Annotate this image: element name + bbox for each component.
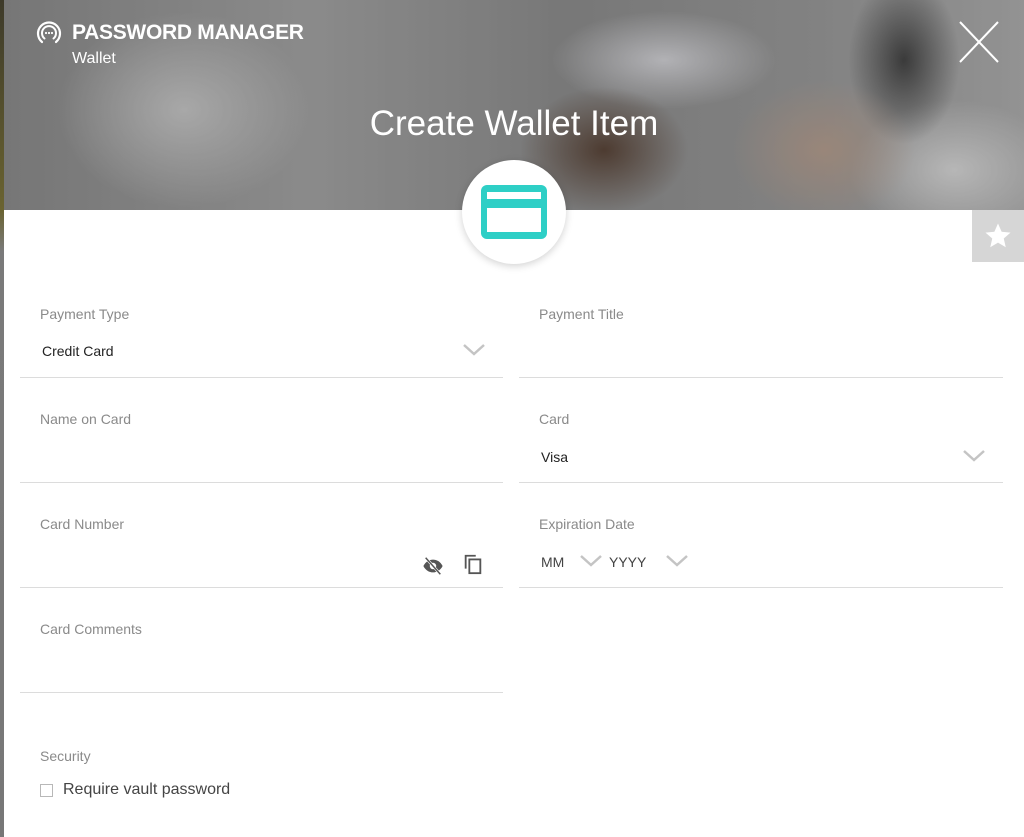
dialog-title: Create Wallet Item (369, 104, 659, 143)
payment-title-field: Payment Title (519, 306, 1003, 378)
eye-off-icon[interactable] (422, 555, 444, 577)
card-number-input[interactable] (40, 548, 413, 576)
card-label: Card (539, 411, 570, 427)
password-manager-logo-icon (36, 21, 62, 44)
payment-type-select[interactable]: Credit Card (42, 343, 114, 359)
name-on-card-label: Name on Card (40, 411, 132, 427)
expiration-date-label: Expiration Date (539, 516, 635, 532)
payment-title-label: Payment Title (539, 306, 624, 322)
create-wallet-item-dialog: PASSWORD MANAGER Wallet Create Wallet It… (4, 0, 1024, 837)
star-icon (985, 223, 1011, 248)
app-name: PASSWORD MANAGER (72, 21, 304, 44)
require-vault-password-checkbox[interactable] (40, 783, 53, 797)
expiration-month-select[interactable]: MM (541, 554, 564, 570)
name-on-card-input[interactable] (40, 443, 483, 471)
credit-card-icon (481, 185, 547, 239)
require-vault-password-option[interactable]: Require vault password (40, 781, 230, 799)
security-section-label: Security (40, 748, 91, 764)
card-comments-field: Card Comments (20, 621, 503, 693)
chevron-down-icon[interactable] (579, 553, 603, 569)
payment-type-label: Payment Type (40, 306, 130, 322)
chevron-down-icon[interactable] (462, 342, 486, 358)
name-on-card-field: Name on Card (20, 411, 503, 483)
card-comments-input[interactable] (40, 653, 483, 681)
brand: PASSWORD MANAGER (34, 18, 304, 48)
copy-icon[interactable] (462, 553, 484, 575)
expiration-date-field: Expiration Date MM YYYY (519, 516, 1003, 588)
payment-title-input[interactable] (539, 338, 983, 366)
favorite-button[interactable] (972, 210, 1024, 262)
card-field: Card Visa (519, 411, 1003, 483)
close-button[interactable] (954, 18, 1002, 66)
card-number-label: Card Number (40, 516, 125, 532)
card-number-field: Card Number (20, 516, 503, 588)
card-select[interactable]: Visa (541, 449, 568, 465)
payment-type-field: Payment Type Credit Card (20, 306, 503, 378)
chevron-down-icon[interactable] (665, 553, 689, 569)
require-vault-password-label: Require vault password (63, 781, 231, 798)
item-type-badge (462, 160, 566, 264)
close-icon (959, 21, 999, 63)
card-comments-label: Card Comments (40, 621, 142, 637)
expiration-year-select[interactable]: YYYY (609, 554, 646, 570)
chevron-down-icon[interactable] (962, 448, 986, 464)
section-name: Wallet (72, 50, 116, 67)
